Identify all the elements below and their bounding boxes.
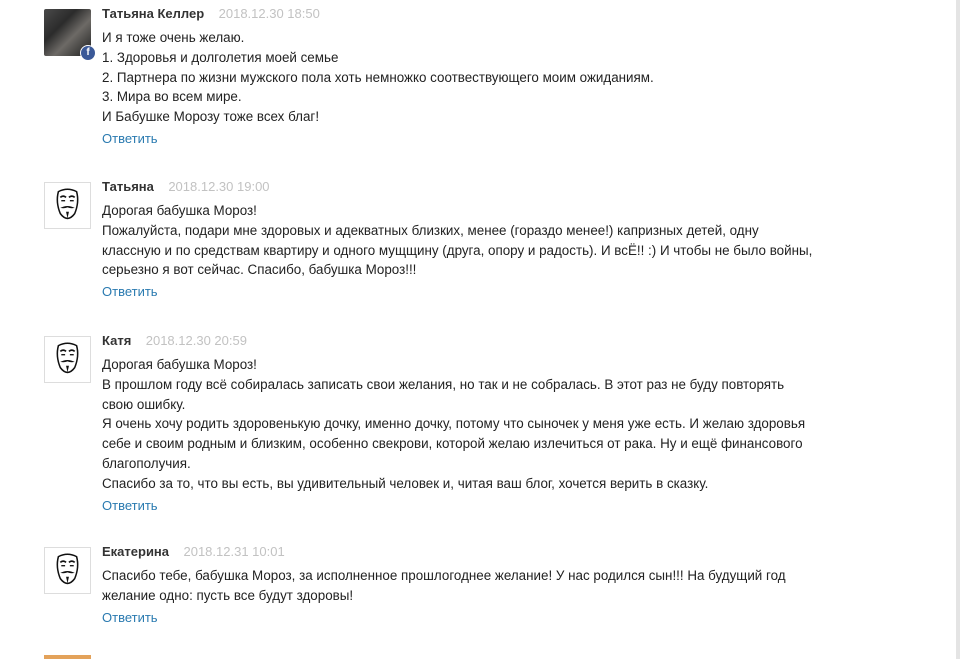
comment-date: 2018.12.30 18:50: [218, 6, 320, 21]
guy-fawkes-mask-icon: [56, 342, 79, 374]
reply-link[interactable]: Ответить: [102, 497, 158, 515]
reply-link[interactable]: Ответить: [102, 609, 158, 627]
comment-meta: Татьяна 2018.12.30 19:00: [102, 178, 894, 196]
comment-line: серьезно я вот сейчас. Спасибо, бабушка …: [102, 262, 417, 278]
comment-text: Дорогая бабушка Мороз! Пожалуйста, подар…: [102, 201, 894, 280]
scrollbar-track[interactable]: [956, 0, 960, 659]
comment-line: классную и по средствам квартиру и одног…: [102, 242, 813, 258]
comment-date: 2018.12.30 19:00: [168, 179, 270, 194]
comment-line: благополучия.: [102, 455, 191, 471]
guy-fawkes-mask-icon: [56, 553, 79, 585]
comment-meta: Татьяна Келлер 2018.12.30 18:50: [102, 5, 894, 23]
comment-line: свою ошибку.: [102, 396, 186, 412]
next-comment-avatar-edge: [44, 655, 91, 659]
reply-link[interactable]: Ответить: [102, 130, 158, 148]
avatar[interactable]: [44, 182, 91, 229]
comment-line: В прошлом году всё собиралась записать с…: [102, 376, 785, 392]
comment-line: Дорогая бабушка Мороз!: [102, 357, 257, 372]
comment-date: 2018.12.31 10:01: [183, 544, 285, 559]
avatar[interactable]: [44, 547, 91, 594]
comment-meta: Екатерина 2018.12.31 10:01: [102, 543, 894, 561]
comment-line: себе и своим родным и близким, особенно …: [102, 436, 803, 452]
comment-author: Екатерина: [102, 544, 170, 559]
comment-line: 1. Здоровья и долголетия моей семье: [102, 49, 339, 65]
comment-line: И я тоже очень желаю.: [102, 30, 245, 45]
comment-line: желание одно: пусть все будут здоровы!: [102, 587, 354, 603]
comment-text: Дорогая бабушка Мороз! В прошлом году вс…: [102, 355, 894, 494]
avatar[interactable]: f: [44, 9, 96, 61]
comment-line: И Бабушке Морозу тоже всех благ!: [102, 109, 320, 125]
comment-line: 3. Мира во всем мире.: [102, 89, 242, 105]
guy-fawkes-mask-icon: [56, 188, 79, 220]
facebook-icon: f: [80, 45, 96, 61]
avatar[interactable]: [44, 336, 91, 383]
comment-line: 2. Партнера по жизни мужского пола хоть …: [102, 69, 654, 85]
comment-line: Пожалуйста, подари мне здоровых и адеква…: [102, 222, 759, 238]
comment-author: Татьяна: [102, 179, 154, 194]
comment-text: Спасибо тебе, бабушка Мороз, за исполнен…: [102, 566, 894, 606]
reply-link[interactable]: Ответить: [102, 283, 158, 301]
comment-line: Спасибо за то, что вы есть, вы удивитель…: [102, 475, 709, 491]
comment-meta: Катя 2018.12.30 20:59: [102, 332, 894, 350]
comment-line: Спасибо тебе, бабушка Мороз, за исполнен…: [102, 568, 786, 583]
comment-date: 2018.12.30 20:59: [145, 333, 247, 348]
comment-line: Я очень хочу родить здоровенькую дочку, …: [102, 416, 806, 432]
comment-text: И я тоже очень желаю. 1. Здоровья и долг…: [102, 28, 894, 127]
comment-author: Татьяна Келлер: [102, 6, 205, 21]
comment-author: Катя: [102, 333, 132, 348]
comment-line: Дорогая бабушка Мороз!: [102, 203, 257, 218]
